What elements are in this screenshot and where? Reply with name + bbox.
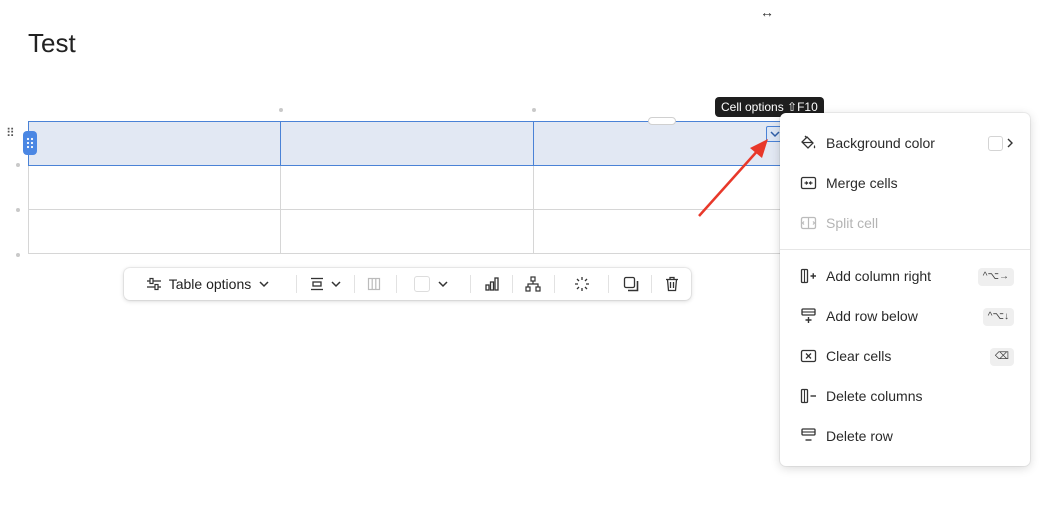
chevron-down-icon [331,281,341,288]
hierarchy-icon [525,276,541,292]
chart-button[interactable] [480,268,504,300]
resize-arrows-icon[interactable]: ↔ [760,4,774,20]
chevron-down-icon [259,281,269,288]
toolbar-divider [296,275,297,293]
table [27,121,787,254]
distribute-columns-button[interactable] [362,268,386,300]
split-cell-icon [800,216,817,230]
table-cell[interactable] [27,209,282,254]
toolbar-divider [608,275,609,293]
row-insert-dot[interactable] [16,253,20,257]
menu-divider [780,249,1030,250]
table-cell[interactable] [280,209,534,254]
bar-chart-icon [485,277,499,291]
table-options-button[interactable]: Table options [142,268,274,300]
menu-item-label: Add column right [826,268,932,284]
menu-item-delete-columns[interactable]: Delete columns [780,376,1030,416]
row-insert-dot[interactable] [16,163,20,167]
delete-row-icon [801,428,816,441]
toolbar-divider [354,275,355,293]
keyboard-shortcut: ^⌥→ [977,268,1014,286]
toolbar-divider [396,275,397,293]
column-insert-dot[interactable] [279,108,283,112]
toolbar-divider [470,275,471,293]
delete-table-button[interactable] [660,268,684,300]
trash-icon [666,276,678,292]
diagram-button[interactable] [521,268,545,300]
table-cell[interactable] [280,121,534,166]
menu-item-clear-cells[interactable]: Clear cells ⌫ [780,336,1030,376]
table-row [27,121,787,166]
table-cell[interactable] [27,121,282,166]
row-insert-dot[interactable] [16,208,20,212]
toolbar-divider [554,275,555,293]
keyboard-shortcut: ^⌥↓ [982,308,1014,326]
table-cell[interactable] [27,165,282,210]
page-title[interactable]: Test [28,28,76,59]
column-select-handle[interactable] [648,117,676,125]
table-row [27,165,787,210]
menu-item-label: Split cell [826,215,879,231]
sparkle-icon [575,277,589,291]
menu-item-add-row-below[interactable]: Add row below ^⌥↓ [780,296,1030,336]
chevron-right-icon [1007,138,1013,148]
sliders-icon [146,277,161,291]
menu-item-label: Delete columns [826,388,923,404]
menu-item-merge-cells[interactable]: Merge cells [780,163,1030,203]
copy-icon [623,276,639,292]
cell-options-menu: Background color Merge cells Split cell … [780,113,1030,466]
column-insert-dot[interactable] [532,108,536,112]
paint-bucket-icon [801,135,816,149]
color-swatch [414,276,430,292]
menu-item-label: Background color [826,135,935,151]
chevron-down-icon [438,281,448,288]
annotation-arrow [698,139,768,217]
menu-item-label: Add row below [826,308,918,324]
clear-cells-icon [800,349,817,363]
row-select-handle[interactable] [23,131,37,155]
menu-item-label: Delete row [826,428,893,444]
table-cell[interactable] [280,165,534,210]
toolbar-divider [651,275,652,293]
menu-item-label: Merge cells [826,175,898,191]
columns-icon [367,277,381,291]
align-button[interactable] [306,268,346,300]
block-drag-handle-icon[interactable]: ⠿ [6,126,15,140]
menu-item-label: Clear cells [826,348,892,364]
merge-cells-icon [800,176,817,190]
menu-item-split-cell[interactable]: Split cell [780,203,1030,243]
cell-color-button[interactable] [412,268,452,300]
color-swatch [988,136,1003,151]
ai-magic-button[interactable] [570,268,594,300]
menu-item-delete-row[interactable]: Delete row [780,416,1030,456]
add-column-right-icon [800,268,816,284]
align-center-icon [311,277,323,291]
menu-item-background-color[interactable]: Background color [780,123,1030,163]
copy-button[interactable] [619,268,643,300]
toolbar-divider [512,275,513,293]
menu-item-add-column-right[interactable]: Add column right ^⌥→ [780,256,1030,296]
table-row [27,209,787,254]
table-options-label: Table options [168,276,252,292]
add-row-below-icon [801,308,816,323]
keyboard-shortcut: ⌫ [989,348,1014,366]
delete-column-icon [800,388,816,404]
table-toolbar: Table options [124,268,691,300]
